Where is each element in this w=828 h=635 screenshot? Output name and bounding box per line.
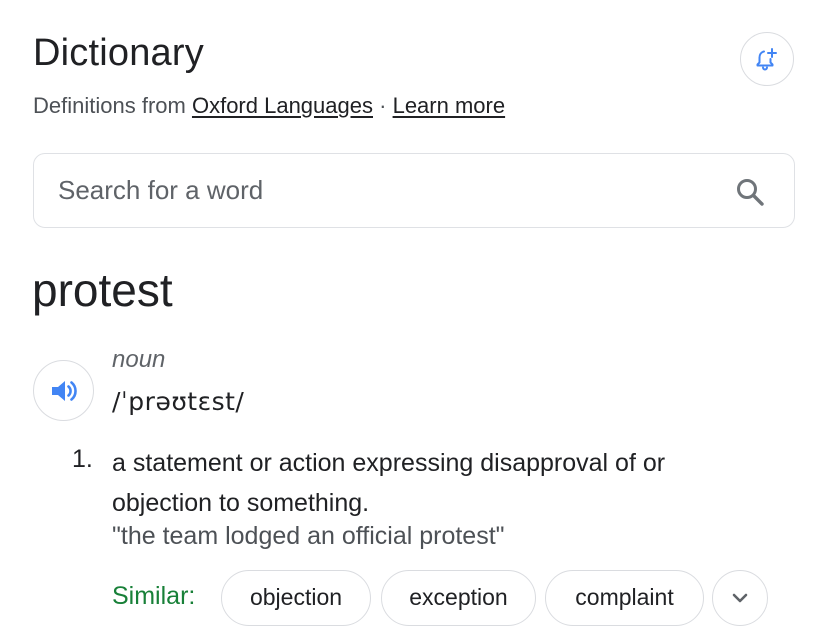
part-of-speech: noun <box>112 346 166 373</box>
learn-more-link[interactable]: Learn more <box>393 93 506 118</box>
phonetic-transcription: /ˈprəʊtɛst/ <box>112 387 245 416</box>
separator: · <box>379 93 387 118</box>
pronunciation-audio-button[interactable] <box>33 360 94 421</box>
expand-similar-button[interactable] <box>712 570 768 626</box>
add-alert-button[interactable] <box>740 32 794 86</box>
similar-label: Similar: <box>112 582 196 610</box>
search-input[interactable] <box>58 154 698 226</box>
search-box[interactable] <box>33 153 795 228</box>
speaker-icon <box>51 380 77 401</box>
add-alert-bell-icon <box>756 48 777 71</box>
similar-word-chip-objection[interactable]: objection <box>221 570 371 626</box>
oxford-languages-link[interactable]: Oxford Languages <box>192 93 373 118</box>
chevron-down-icon <box>732 593 748 603</box>
definitions-source-prefix: Definitions from <box>33 93 186 118</box>
search-icon[interactable] <box>734 176 766 208</box>
similar-word-chip-exception[interactable]: exception <box>381 570 536 626</box>
page-title: Dictionary <box>33 32 204 74</box>
headword: protest <box>32 264 173 316</box>
definition-number: 1. <box>72 445 93 473</box>
definition-example: "the team lodged an official protest" <box>112 522 505 550</box>
similar-word-chip-complaint[interactable]: complaint <box>545 570 704 626</box>
definition-text: a statement or action expressing disappr… <box>112 449 666 517</box>
definitions-source: Definitions from Oxford Languages · Lear… <box>33 92 505 120</box>
